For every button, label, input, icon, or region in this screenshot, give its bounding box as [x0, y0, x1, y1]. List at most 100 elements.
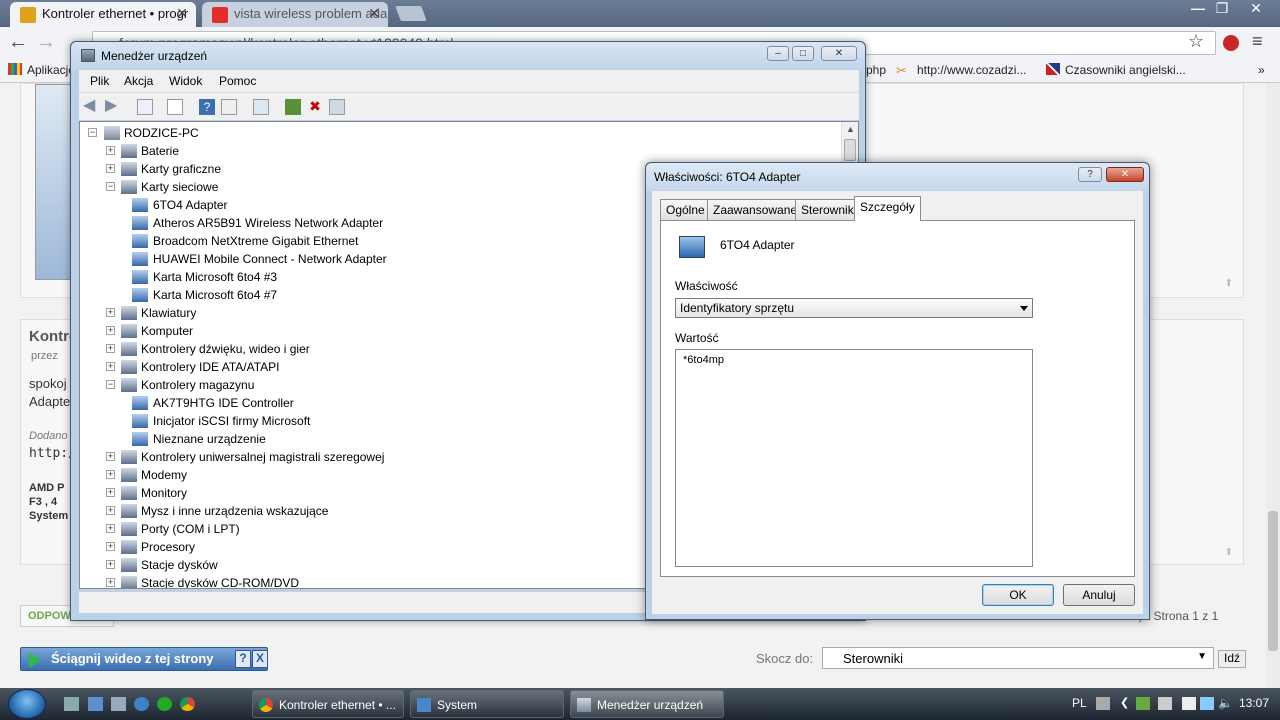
value-item[interactable]: *6to4mp: [683, 354, 1025, 366]
show-hide-tree-icon[interactable]: [137, 99, 153, 115]
property-select[interactable]: Identyfikatory sprzętu: [675, 298, 1033, 318]
back-icon[interactable]: ◀: [83, 98, 99, 115]
close-tab-icon[interactable]: ✕: [368, 5, 380, 22]
media-icon[interactable]: [157, 697, 172, 711]
browser-tab-active[interactable]: Kontroler ethernet • progr ✕: [10, 2, 196, 27]
close-window-icon[interactable]: ✕: [1244, 0, 1268, 18]
network-icon[interactable]: [1200, 697, 1214, 710]
tab-ogolne[interactable]: Ogólne: [660, 199, 711, 220]
tab-sterownik[interactable]: Sterownik: [795, 199, 860, 220]
bookmark-apps[interactable]: Aplikacje: [8, 63, 75, 77]
device-category-icon: [121, 144, 137, 158]
bookmark-php[interactable]: php: [866, 63, 886, 77]
collapse-icon[interactable]: −: [88, 128, 97, 137]
restore-icon[interactable]: ❐: [1210, 0, 1234, 18]
battery-icon[interactable]: [1182, 697, 1196, 710]
menu-pomoc[interactable]: Pomoc: [219, 74, 256, 88]
clock[interactable]: 13:07: [1239, 696, 1269, 710]
forward-icon[interactable]: ▶: [105, 98, 121, 115]
close-icon[interactable]: ✕: [1106, 167, 1144, 182]
expand-icon[interactable]: +: [106, 506, 115, 515]
page-scrollbar-thumb[interactable]: [1268, 511, 1278, 651]
scroll-top-icon[interactable]: ⬆: [1225, 278, 1233, 289]
scan-hardware-icon[interactable]: [253, 99, 269, 115]
update-driver-icon[interactable]: [285, 99, 301, 115]
task-device-manager[interactable]: Menedżer urządzeń: [570, 690, 724, 718]
menu-icon[interactable]: ≡: [1252, 31, 1263, 52]
properties-titlebar[interactable]: Właściwości: 6TO4 Adapter ? ✕: [646, 163, 1149, 191]
post-text-line: Adapte: [29, 394, 71, 409]
maximize-icon[interactable]: □: [792, 46, 814, 61]
switch-windows-icon[interactable]: [111, 697, 126, 711]
scroll-up-icon[interactable]: ▲: [846, 124, 855, 134]
expand-icon[interactable]: +: [106, 308, 115, 317]
task-system[interactable]: System: [410, 690, 564, 718]
close-icon[interactable]: X: [252, 650, 268, 668]
language-indicator[interactable]: PL: [1072, 696, 1087, 710]
minimize-icon[interactable]: —: [1186, 0, 1210, 18]
ok-button[interactable]: OK: [982, 584, 1054, 606]
jump-go-button[interactable]: Idź: [1218, 650, 1246, 668]
expand-icon[interactable]: +: [106, 362, 115, 371]
browser-tab-inactive[interactable]: vista wireless problem ada ✕: [202, 2, 388, 27]
show-desktop-icon[interactable]: [64, 697, 79, 711]
expand-icon[interactable]: +: [106, 524, 115, 533]
show-hidden-icons-icon[interactable]: ❮: [1120, 696, 1129, 709]
device-icon: [132, 288, 148, 302]
jump-select[interactable]: Sterowniki ▼: [822, 647, 1214, 669]
view-icon[interactable]: [221, 99, 237, 115]
expand-icon[interactable]: +: [106, 146, 115, 155]
minimize-icon[interactable]: –: [767, 46, 789, 61]
ie-icon[interactable]: [134, 697, 149, 711]
expand-icon[interactable]: +: [106, 452, 115, 461]
uninstall-icon[interactable]: ✖: [307, 99, 323, 115]
start-button[interactable]: [8, 689, 46, 719]
post-link[interactable]: http:/: [29, 446, 76, 461]
device-icon: [132, 252, 148, 266]
bookmark-czasowniki[interactable]: Czasowniki angielski...: [1046, 63, 1186, 77]
expand-icon[interactable]: +: [106, 578, 115, 587]
close-tab-icon[interactable]: ✕: [176, 5, 188, 22]
expand-icon[interactable]: +: [106, 488, 115, 497]
help-icon[interactable]: ?: [1078, 167, 1102, 182]
expand-icon[interactable]: +: [106, 542, 115, 551]
page-scrollbar[interactable]: [1266, 83, 1280, 688]
collapse-icon[interactable]: −: [106, 182, 115, 191]
properties-icon[interactable]: [167, 99, 183, 115]
collapse-icon[interactable]: −: [106, 380, 115, 389]
chrome-icon[interactable]: [180, 697, 195, 711]
disable-device-icon[interactable]: [329, 99, 345, 115]
menu-widok[interactable]: Widok: [169, 74, 202, 88]
value-list[interactable]: *6to4mp: [675, 349, 1033, 567]
tree-scrollbar-thumb[interactable]: [844, 139, 856, 161]
expand-icon[interactable]: +: [106, 344, 115, 353]
expand-icon[interactable]: +: [106, 164, 115, 173]
download-video-button[interactable]: Ściągnij wideo z tej strony ? X: [20, 647, 268, 671]
nvidia-icon[interactable]: [1136, 697, 1150, 710]
new-tab-button[interactable]: [395, 6, 427, 21]
expand-icon[interactable]: +: [106, 560, 115, 569]
tab-szczegoly[interactable]: Szczegóły: [854, 196, 921, 221]
help-icon[interactable]: ?: [235, 650, 251, 668]
close-icon[interactable]: ✕: [821, 46, 857, 61]
help-icon[interactable]: ?: [199, 99, 215, 115]
back-arrow-icon[interactable]: ←: [8, 31, 28, 54]
extension-icon[interactable]: [1223, 35, 1239, 51]
bookmark-star-icon[interactable]: ☆: [1188, 31, 1204, 52]
bookmark-cozadzi[interactable]: ✂ http://www.cozadzi...: [896, 63, 1026, 78]
menu-plik[interactable]: Plik: [90, 74, 109, 88]
tray-app-icon[interactable]: [1158, 697, 1172, 710]
forward-arrow-icon[interactable]: →: [36, 31, 56, 54]
explorer-icon[interactable]: [88, 697, 103, 711]
keyboard-icon[interactable]: [1096, 697, 1110, 710]
expand-icon[interactable]: +: [106, 470, 115, 479]
task-chrome[interactable]: Kontroler ethernet • ...: [252, 690, 404, 718]
tab-zaawansowane[interactable]: Zaawansowane: [707, 199, 804, 220]
bookmarks-overflow-icon[interactable]: »: [1258, 63, 1265, 77]
expand-icon[interactable]: +: [106, 326, 115, 335]
cancel-button[interactable]: Anuluj: [1063, 584, 1135, 606]
volume-icon[interactable]: 🔈: [1218, 696, 1233, 710]
menu-akcja[interactable]: Akcja: [124, 74, 153, 88]
scroll-top-icon[interactable]: ⬆: [1225, 547, 1233, 558]
device-manager-titlebar[interactable]: Menedżer urządzeń – □ ✕: [71, 42, 865, 70]
